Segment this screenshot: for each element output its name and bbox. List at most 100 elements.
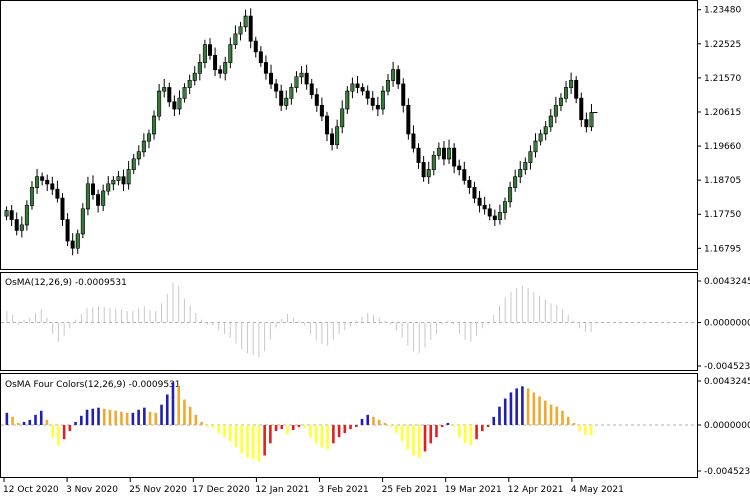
candle-body	[50, 183, 55, 190]
x-tick-label: 12 Apr 2021	[508, 485, 564, 495]
candle-body-fill	[300, 73, 303, 77]
candle-body-fill	[142, 141, 146, 152]
x-tick-label: 12 Jan 2021	[255, 485, 309, 495]
candle-body	[279, 90, 284, 106]
candle-body-fill	[152, 116, 156, 134]
candle-body-fill	[534, 141, 537, 152]
candle-body	[457, 165, 462, 171]
candle-body	[452, 147, 457, 167]
candle-body-fill	[386, 80, 390, 91]
candle-body	[416, 147, 421, 163]
x-tick-label: 3 Nov 2020	[66, 485, 118, 495]
candle-body-fill	[346, 91, 349, 109]
candle-body-fill	[229, 45, 232, 63]
candle-body	[441, 147, 446, 160]
candle-body	[370, 97, 375, 106]
candle-body	[406, 104, 411, 135]
candle-body	[172, 101, 177, 110]
price-y-tick-label: 1.23480	[704, 6, 741, 16]
candle-body	[45, 179, 50, 185]
candle-body-fill	[157, 91, 161, 116]
candle-body-fill	[86, 184, 90, 209]
candle-body-fill	[107, 184, 110, 191]
candle-body	[482, 204, 487, 210]
candle-body-fill	[498, 212, 502, 220]
candle-body-fill	[132, 159, 135, 170]
osma4-y-tick-label: -0.0045234	[704, 467, 750, 477]
candle-body	[121, 176, 126, 185]
candle-body-fill	[351, 84, 354, 91]
candle-body-fill	[381, 91, 385, 109]
candle-body	[248, 15, 253, 42]
candle-body-fill	[147, 134, 151, 141]
candle-body-fill	[295, 77, 298, 88]
x-tick-label: 25 Nov 2020	[129, 485, 187, 495]
candle-body-fill	[544, 127, 547, 134]
candle-body	[40, 176, 45, 181]
candle-body	[304, 72, 309, 85]
candle-body-fill	[188, 80, 191, 88]
candle-body-fill	[20, 225, 24, 230]
candle-body	[487, 208, 492, 217]
candle-body-fill	[391, 70, 395, 80]
candle-body-fill	[519, 170, 522, 177]
candle-body-fill	[569, 80, 573, 88]
candle-body	[467, 179, 472, 188]
x-tick-label: 12 Oct 2020	[3, 485, 59, 495]
candle-body	[263, 62, 268, 74]
candle-body	[477, 197, 482, 206]
price-y-tick-label: 1.18705	[704, 176, 741, 186]
candle-body	[401, 83, 406, 106]
chart-canvas: 1.23480 1.22525 1.21570 1.20615 1.19660 1.187…	[0, 0, 750, 500]
candle-body-fill	[539, 134, 542, 141]
price-y-tick-label: 1.21570	[704, 74, 741, 84]
candle-body-fill	[112, 180, 115, 184]
candle-body	[396, 69, 401, 85]
osma4-y-tick-label: 0.0043245	[704, 377, 750, 387]
candle-body-fill	[224, 62, 227, 73]
candle-body	[207, 44, 212, 56]
candle-body	[9, 210, 14, 220]
candle-body-fill	[163, 87, 166, 91]
candle-body	[55, 188, 60, 199]
candle-body	[579, 97, 584, 121]
candle-body	[269, 72, 274, 85]
candle-body	[421, 162, 426, 178]
candle-body	[60, 197, 65, 220]
x-tick-label: 17 Dec 2020	[192, 485, 250, 495]
osma-y-tick-label: -0.0045234	[704, 362, 750, 372]
candle-body	[492, 215, 497, 220]
candle-body	[330, 133, 335, 146]
osma-title: OsMA(12,26,9) -0.0009531	[5, 278, 127, 288]
candle-body-fill	[239, 27, 242, 34]
osma-y-tick-label: 0.0000000	[704, 319, 750, 329]
candle-body-fill	[198, 62, 202, 73]
candle-body-fill	[76, 234, 79, 248]
candle-body	[411, 133, 416, 149]
candle-body-fill	[137, 152, 140, 159]
x-tick-label: 25 Feb 2021	[382, 485, 438, 495]
candle-body-fill	[101, 191, 105, 205]
candle-body	[319, 104, 324, 117]
osma4-title: OsMA Four Colors(12,26,9) -0.0009531	[5, 380, 181, 390]
candle-body-fill	[554, 105, 558, 116]
osma4-y-tick-label: 0.0000000	[704, 421, 750, 431]
candle-body-fill	[285, 98, 288, 105]
candle-body-fill	[183, 87, 186, 98]
candle-body	[167, 87, 172, 103]
candle-body-fill	[5, 211, 8, 216]
candle-body	[218, 69, 223, 74]
candle-body	[314, 94, 319, 106]
candle-body	[355, 83, 360, 88]
candle-body-fill	[559, 98, 563, 105]
candle-body	[253, 40, 258, 53]
candle-body-fill	[35, 177, 39, 188]
x-tick-label: 19 Mar 2021	[445, 485, 502, 495]
candle-body-fill	[432, 155, 435, 170]
candle-body	[96, 194, 101, 206]
x-tick-label: 3 Feb 2021	[319, 485, 369, 495]
candle-body	[365, 90, 370, 99]
candle-body-fill	[81, 209, 85, 234]
candle-body	[375, 104, 380, 110]
candle-body-fill	[529, 152, 532, 163]
